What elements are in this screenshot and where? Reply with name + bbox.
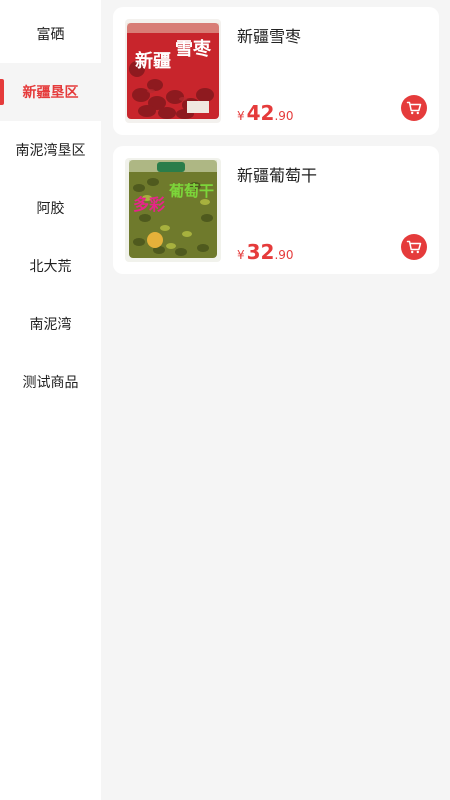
category-sidebar: 富硒 新疆垦区 南泥湾垦区 阿胶 北大荒 南泥湾 测试商品: [0, 0, 101, 800]
product-price: ¥ 32 .90: [237, 240, 294, 264]
cart-icon: [406, 101, 422, 115]
sidebar-item-beidahuang[interactable]: 北大荒: [0, 237, 101, 295]
sidebar-item-xinjiang[interactable]: 新疆垦区: [0, 63, 101, 121]
sidebar-item-label: 富硒: [36, 27, 65, 43]
sidebar-item-label: 南泥湾垦区: [15, 143, 86, 159]
sidebar-item-ejiao[interactable]: 阿胶: [0, 179, 101, 237]
product-name[interactable]: 新疆葡萄干: [237, 162, 317, 186]
app-root: 富硒 新疆垦区 南泥湾垦区 阿胶 北大荒 南泥湾 测试商品 新疆 雪枣 新疆雪枣…: [0, 0, 450, 800]
package-text-1: 多彩: [133, 195, 165, 214]
add-to-cart-button[interactable]: [401, 234, 427, 260]
price-currency: ¥: [237, 109, 245, 123]
package-text-1: 新疆: [135, 50, 171, 72]
cart-icon: [406, 240, 422, 254]
add-to-cart-button[interactable]: [401, 95, 427, 121]
product-price: ¥ 42 .90: [237, 101, 294, 125]
price-decimal: .90: [274, 109, 294, 123]
sidebar-item-label: 南泥湾: [29, 317, 72, 333]
active-indicator: [0, 79, 4, 105]
raisin-package-image[interactable]: 多彩 葡萄干: [125, 158, 221, 262]
sidebar-item-label: 北大荒: [29, 259, 72, 275]
product-name[interactable]: 新疆雪枣: [237, 23, 301, 47]
price-integer: 32: [246, 240, 275, 264]
sidebar-item-label: 阿胶: [36, 201, 65, 217]
package-text-2: 葡萄干: [168, 182, 214, 200]
sidebar-item-label: 测试商品: [22, 375, 79, 391]
sidebar-item-nanniwan-kenqu[interactable]: 南泥湾垦区: [0, 121, 101, 179]
price-decimal: .90: [274, 248, 294, 262]
price-integer: 42: [246, 101, 275, 125]
product-card[interactable]: 新疆 雪枣 新疆雪枣 ¥ 42 .90: [113, 7, 439, 135]
sidebar-item-test-goods[interactable]: 测试商品: [0, 353, 101, 411]
product-card[interactable]: 多彩 葡萄干 新疆葡萄干 ¥ 32 .90: [113, 146, 439, 274]
sidebar-item-fuxi[interactable]: 富硒: [0, 5, 101, 63]
red-date-package-image[interactable]: 新疆 雪枣: [125, 19, 221, 123]
package-text-2: 雪枣: [175, 38, 212, 60]
sidebar-item-label: 新疆垦区: [22, 85, 79, 101]
sidebar-item-nanniwan[interactable]: 南泥湾: [0, 295, 101, 353]
price-currency: ¥: [237, 248, 245, 262]
